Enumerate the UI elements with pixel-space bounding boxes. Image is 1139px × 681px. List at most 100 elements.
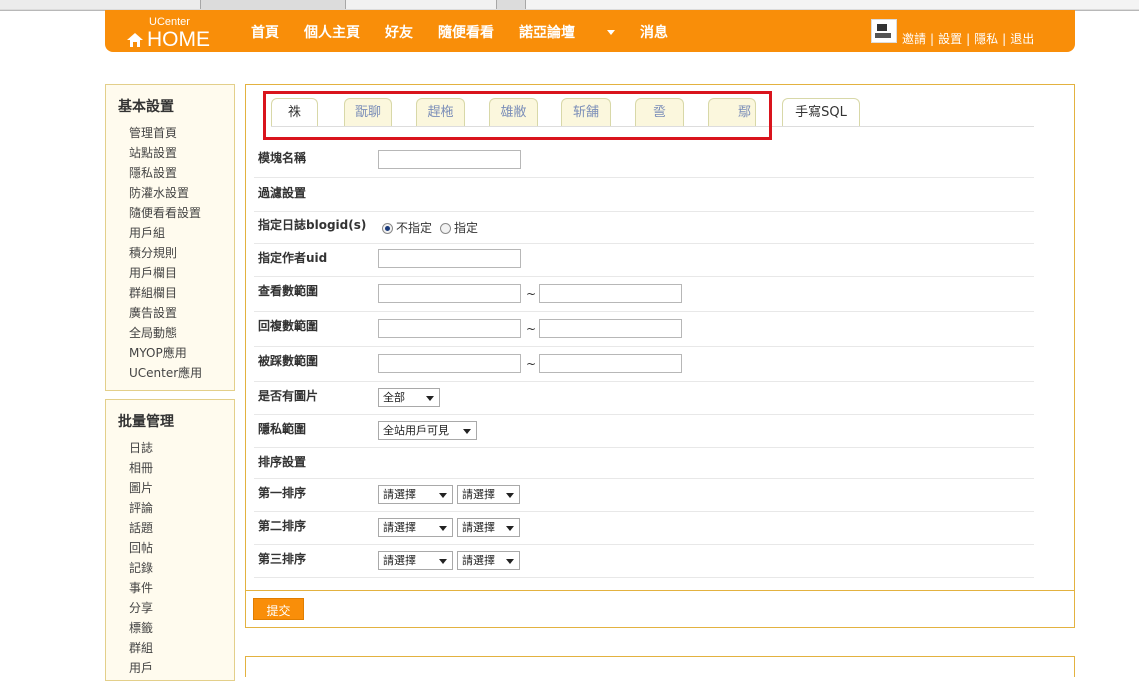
privacy-link[interactable]: 隱私 — [974, 32, 998, 46]
nav-messages[interactable]: 消息 — [640, 22, 668, 42]
view-range-max-input[interactable] — [539, 284, 682, 303]
form-row-trace-range: 被踩數範圍 ~ — [254, 346, 1034, 382]
sidebar-item[interactable]: 積分規則 — [129, 243, 202, 263]
sidebar-item[interactable]: 話題 — [129, 518, 153, 538]
trace-range-label: 被踩數範圍 — [258, 354, 319, 368]
sidebar-item[interactable]: 記錄 — [129, 558, 153, 578]
browser-tab[interactable] — [0, 0, 201, 9]
form-row-blogid: 指定日誌blogid(s) 不指定 指定 — [254, 211, 1034, 244]
sidebar-item[interactable]: 群組欄目 — [129, 283, 202, 303]
form-row-has-picture: 是否有圖片 全部 — [254, 381, 1034, 415]
order-2-field-select[interactable]: 請選擇 — [378, 518, 453, 537]
order-1-label: 第一排序 — [258, 486, 307, 500]
radio-unchecked-icon — [440, 223, 451, 234]
range-separator: ~ — [526, 322, 537, 336]
sidebar-menu: 管理首頁 站點設置 隱私設置 防灌水設置 隨便看看設置 用戶組 積分規則 用戶欄… — [129, 123, 202, 383]
order-1-direction-select[interactable]: 請選擇 — [457, 485, 520, 504]
logo-home-label: HOME — [147, 28, 210, 51]
user-avatar[interactable] — [871, 19, 897, 43]
form-row-order-3: 第三排序 請選擇 請選擇 — [254, 544, 1034, 578]
invite-link[interactable]: 邀請 — [902, 32, 926, 46]
logo-small-text: UCenter — [149, 16, 190, 28]
nav-profile[interactable]: 個人主頁 — [304, 22, 360, 42]
sidebar-item[interactable]: 隨便看看設置 — [129, 203, 202, 223]
link-separator: | — [966, 32, 971, 46]
settings-link[interactable]: 設置 — [938, 32, 962, 46]
order-3-field-select[interactable]: 請選擇 — [378, 551, 453, 570]
sidebar-item[interactable]: 廣告設置 — [129, 303, 202, 323]
sidebar-menu: 日誌 相冊 圖片 評論 話題 回帖 記錄 事件 分享 標籤 群組 用戶 — [129, 438, 153, 678]
order-settings-label: 排序設置 — [258, 455, 307, 469]
sidebar-item[interactable]: 相冊 — [129, 458, 153, 478]
nav-browse[interactable]: 隨便看看 — [438, 22, 494, 42]
sidebar-item[interactable]: 用戶 — [129, 658, 153, 678]
trace-range-max-input[interactable] — [539, 354, 682, 373]
browser-tab[interactable] — [525, 0, 1139, 9]
reply-range-label: 回複數範圍 — [258, 319, 319, 333]
home-icon — [127, 33, 143, 47]
author-uid-label: 指定作者uid — [258, 251, 328, 265]
range-separator: ~ — [526, 357, 537, 371]
blogid-radio-specified[interactable]: 指定 — [440, 219, 478, 236]
sidebar-item[interactable]: 標籤 — [129, 618, 153, 638]
sidebar-item[interactable]: MYOP應用 — [129, 343, 202, 363]
sidebar-item[interactable]: 用戶組 — [129, 223, 202, 243]
radio-label: 指定 — [454, 221, 479, 235]
sidebar-item[interactable]: 圖片 — [129, 478, 153, 498]
privacy-range-label: 隱私範圍 — [258, 422, 307, 436]
browser-tab[interactable] — [345, 0, 497, 9]
nav-friends[interactable]: 好友 — [385, 22, 413, 42]
form-row-filter: 過濾設置 — [254, 177, 1034, 212]
privacy-range-select[interactable]: 全站用戶可見 — [378, 421, 477, 440]
main-panel: 祩 翫聊 趕柂 雄敝 斩舗 巹 鄢 手寫SQL 模塊名稱 過濾設置 指定日誌bl… — [245, 84, 1075, 628]
sidebar-item[interactable]: 全局動態 — [129, 323, 202, 343]
form-footer-divider — [246, 590, 1074, 591]
highlight-box — [263, 91, 772, 140]
has-picture-select[interactable]: 全部 — [378, 388, 440, 407]
logo-big-text: HOME — [127, 28, 210, 52]
order-3-label: 第三排序 — [258, 552, 307, 566]
order-2-direction-select[interactable]: 請選擇 — [457, 518, 520, 537]
order-2-label: 第二排序 — [258, 519, 307, 533]
form-row-privacy: 隱私範圍 全站用戶可見 — [254, 414, 1034, 448]
sidebar-item[interactable]: 事件 — [129, 578, 153, 598]
order-1-field-select[interactable]: 請選擇 — [378, 485, 453, 504]
reply-range-max-input[interactable] — [539, 319, 682, 338]
sidebar-item[interactable]: 群組 — [129, 638, 153, 658]
module-name-label: 模塊名稱 — [258, 151, 307, 165]
sidebar-item[interactable]: 分享 — [129, 598, 153, 618]
nav-forum-label: 諾亞論壇 — [519, 25, 575, 41]
sidebar-item[interactable]: 評論 — [129, 498, 153, 518]
sidebar-basic-settings: 基本設置 管理首頁 站點設置 隱私設置 防灌水設置 隨便看看設置 用戶組 積分規… — [105, 84, 235, 391]
sidebar-group-title: 批量管理 — [118, 414, 174, 430]
radio-checked-icon — [382, 223, 393, 234]
nav-home[interactable]: 首頁 — [251, 22, 279, 42]
range-separator: ~ — [526, 287, 537, 301]
sidebar-item[interactable]: 防灌水設置 — [129, 183, 202, 203]
secondary-panel — [245, 656, 1075, 677]
sidebar-item[interactable]: 站點設置 — [129, 143, 202, 163]
form-row-module-name: 模塊名稱 — [254, 143, 1034, 178]
link-separator: | — [930, 32, 935, 46]
form-row-order-1: 第一排序 請選擇 請選擇 — [254, 478, 1034, 512]
nav-forum[interactable]: 諾亞論壇 — [519, 22, 615, 42]
order-3-direction-select[interactable]: 請選擇 — [457, 551, 520, 570]
trace-range-min-input[interactable] — [378, 354, 521, 373]
sidebar-item[interactable]: 管理首頁 — [129, 123, 202, 143]
author-uid-input[interactable] — [378, 249, 521, 268]
sidebar-item[interactable]: UCenter應用 — [129, 363, 202, 383]
logout-link[interactable]: 退出 — [1010, 32, 1034, 46]
has-picture-label: 是否有圖片 — [258, 389, 319, 403]
sidebar-item[interactable]: 日誌 — [129, 438, 153, 458]
submit-button[interactable]: 提交 — [253, 598, 304, 620]
user-links: 邀請 | 設置 | 隱私 | 退出 — [902, 30, 1034, 47]
view-range-min-input[interactable] — [378, 284, 521, 303]
sidebar-item[interactable]: 隱私設置 — [129, 163, 202, 183]
blogid-radio-unspecified[interactable]: 不指定 — [382, 219, 432, 236]
module-name-input[interactable] — [378, 150, 521, 169]
sidebar-item[interactable]: 用戶欄目 — [129, 263, 202, 283]
sidebar-item[interactable]: 回帖 — [129, 538, 153, 558]
reply-range-min-input[interactable] — [378, 319, 521, 338]
sidebar-group-title: 基本設置 — [118, 99, 174, 115]
tab-handwritten-sql[interactable]: 手寫SQL — [782, 98, 860, 127]
